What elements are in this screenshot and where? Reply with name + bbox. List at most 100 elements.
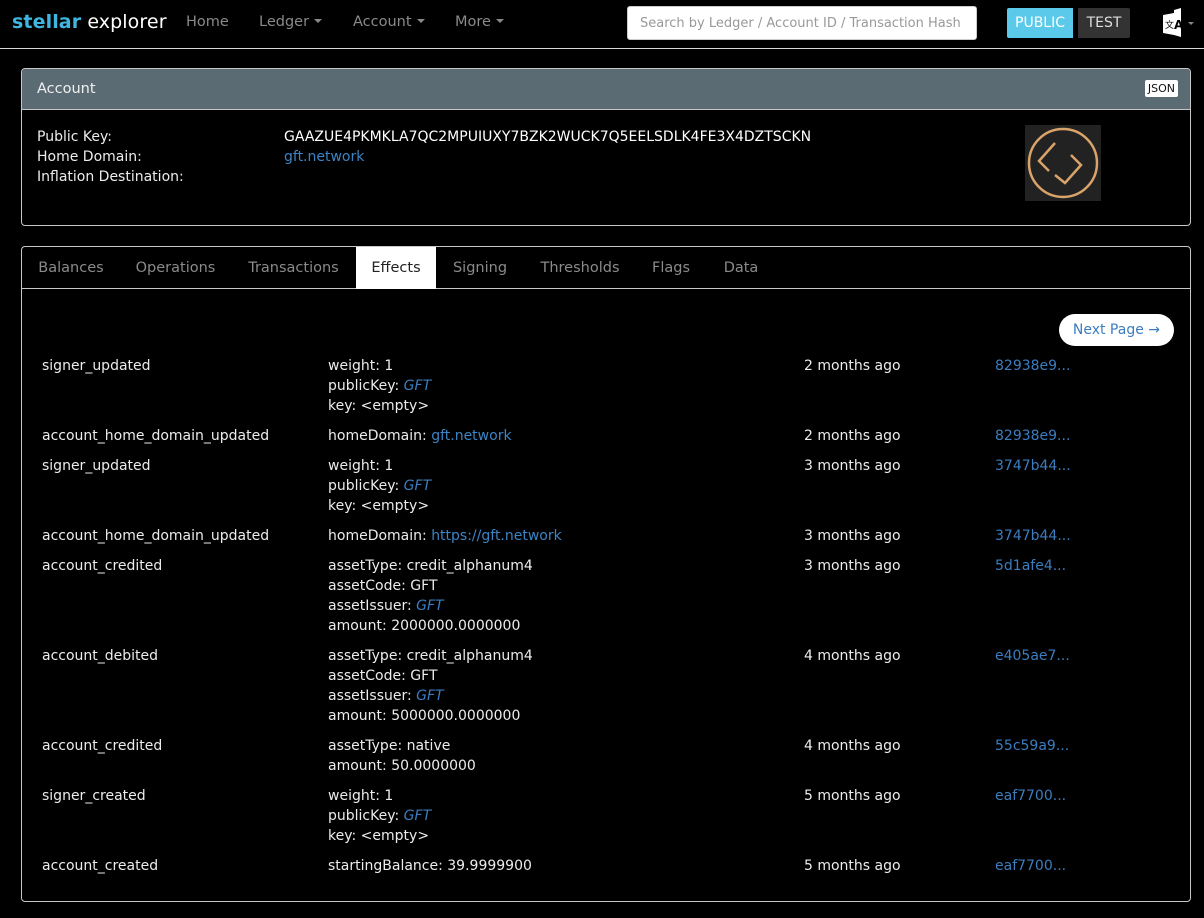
tab-flags[interactable]: Flags xyxy=(636,247,706,289)
effect-type: signer_created xyxy=(42,788,146,804)
detail-value: 1 xyxy=(384,358,394,374)
effect-row: account_credited assetType: credit_alphan… xyxy=(22,556,1190,646)
detail-separator: : xyxy=(382,758,392,774)
effect-detail-line: homeDomain: https://gft.network xyxy=(328,526,788,546)
detail-separator: : xyxy=(394,808,404,824)
detail-value: GFT xyxy=(410,578,438,594)
tab-effects[interactable]: Effects xyxy=(356,247,436,289)
transaction-hash-link[interactable]: eaf7700... xyxy=(995,786,1066,806)
network-test-button[interactable]: TEST xyxy=(1078,8,1130,38)
effect-details: homeDomain: gft.network xyxy=(328,426,788,446)
effect-time: 4 months ago xyxy=(804,738,901,754)
caret-down-icon xyxy=(314,19,323,23)
public-key-label: Public Key: xyxy=(37,129,112,145)
effect-time: 2 months ago xyxy=(804,358,901,374)
transaction-hash-link[interactable]: 3747b44... xyxy=(995,526,1071,546)
language-selector[interactable]: 文 A xyxy=(1162,8,1198,38)
detail-separator: : xyxy=(438,858,448,874)
tab-data[interactable]: Data xyxy=(706,247,776,289)
domain-link[interactable]: gft.network xyxy=(431,428,511,444)
account-link[interactable]: GFT xyxy=(404,478,431,494)
effect-details: weight: 1 publicKey: GFT key: <empty> xyxy=(328,356,788,416)
detail-value: 50.0000000 xyxy=(391,758,476,774)
detail-separator: : xyxy=(375,358,385,374)
effect-details: startingBalance: 39.9999900 xyxy=(328,856,788,876)
tab-operations[interactable]: Operations xyxy=(120,247,231,289)
account-link[interactable]: GFT xyxy=(416,688,443,704)
detail-key: key xyxy=(328,398,352,414)
home-domain-label: Home Domain: xyxy=(37,149,142,165)
effect-type: account_debited xyxy=(42,648,159,664)
transaction-hash-link[interactable]: eaf7700... xyxy=(995,856,1066,876)
nav-ledger-dropdown[interactable]: Ledger xyxy=(259,14,323,30)
detail-key: amount xyxy=(328,708,383,724)
top-navbar: stellar explorer Home Ledger Account Mor… xyxy=(0,0,1204,49)
network-public-button[interactable]: PUBLIC xyxy=(1007,8,1073,38)
tab-signing[interactable]: Signing xyxy=(436,247,524,289)
account-panel-header: Account JSON xyxy=(22,69,1190,110)
search-input[interactable] xyxy=(627,6,977,40)
detail-separator: : xyxy=(406,688,417,704)
caret-down-icon xyxy=(416,19,425,23)
detail-value: GFT xyxy=(410,668,438,684)
detail-key: publicKey xyxy=(328,478,395,494)
detail-key: weight xyxy=(328,788,376,804)
home-domain-link[interactable]: gft.network xyxy=(284,147,364,167)
detail-separator: : xyxy=(406,598,417,614)
nav-more-dropdown[interactable]: More xyxy=(455,14,504,30)
detail-value: 5000000.0000000 xyxy=(391,708,521,724)
transaction-hash-link[interactable]: 5d1afe4... xyxy=(995,556,1066,576)
effect-detail-line: assetType: native xyxy=(328,736,788,756)
tab-balances[interactable]: Balances xyxy=(22,247,120,289)
account-link[interactable]: GFT xyxy=(416,598,443,614)
account-panel: Account JSON Public Key: GAAZUE4PKMKLA7Q… xyxy=(21,68,1191,226)
effect-details: homeDomain: https://gft.network xyxy=(328,526,788,546)
effect-details: weight: 1 publicKey: GFT key: <empty> xyxy=(328,786,788,846)
effect-details: weight: 1 publicKey: GFT key: <empty> xyxy=(328,456,788,516)
json-button[interactable]: JSON xyxy=(1144,80,1178,97)
account-link[interactable]: GFT xyxy=(404,808,431,824)
transaction-hash-link[interactable]: 55c59a9... xyxy=(995,736,1069,756)
account-link[interactable]: GFT xyxy=(404,378,431,394)
transaction-hash-link[interactable]: 3747b44... xyxy=(995,456,1071,476)
nav-account-dropdown[interactable]: Account xyxy=(353,14,425,30)
detail-key: key xyxy=(328,498,352,514)
tab-thresholds[interactable]: Thresholds xyxy=(524,247,636,289)
effect-details: assetType: credit_alphanum4 assetCode: GF… xyxy=(328,556,788,636)
brand-logo[interactable]: stellar explorer xyxy=(12,11,167,33)
transaction-hash-link[interactable]: e405ae7... xyxy=(995,646,1070,666)
detail-key: startingBalance xyxy=(328,858,439,874)
effect-row: signer_updated weight: 1 publicKey: GFT key… xyxy=(22,356,1190,426)
effect-row: account_home_domain_updated homeDomain: g… xyxy=(22,426,1190,456)
effect-type: account_credited xyxy=(42,558,163,574)
effect-type: account_created xyxy=(42,858,159,874)
effect-time: 3 months ago xyxy=(804,558,901,574)
tab-transactions[interactable]: Transactions xyxy=(231,247,356,289)
transaction-hash-link[interactable]: 82938e9... xyxy=(995,356,1070,376)
effect-time: 5 months ago xyxy=(804,858,901,874)
account-logo-icon xyxy=(1027,127,1099,199)
detail-value: 1 xyxy=(384,788,394,804)
inflation-destination-label: Inflation Destination: xyxy=(37,169,184,185)
effect-detail-line: weight: 1 xyxy=(328,356,788,376)
detail-separator: : xyxy=(397,558,407,574)
brand-explorer: explorer xyxy=(87,11,167,33)
effect-detail-line: amount: 50.0000000 xyxy=(328,756,788,776)
effect-detail-line: key: <empty> xyxy=(328,396,788,416)
nav-home[interactable]: Home xyxy=(186,14,229,30)
detail-key: publicKey xyxy=(328,808,395,824)
effect-type: account_home_domain_updated xyxy=(42,428,270,444)
transaction-hash-link[interactable]: 82938e9... xyxy=(995,426,1070,446)
detail-key: publicKey xyxy=(328,378,395,394)
effect-detail-line: assetCode: GFT xyxy=(328,576,788,596)
domain-link[interactable]: https://gft.network xyxy=(431,528,562,544)
detail-separator: : xyxy=(375,458,385,474)
next-page-button[interactable]: Next Page → xyxy=(1058,314,1174,346)
account-avatar xyxy=(1025,125,1101,201)
effect-type: signer_updated xyxy=(42,458,151,474)
detail-separator: : xyxy=(375,788,385,804)
detail-value: <empty> xyxy=(360,498,430,514)
nav-account-label: Account xyxy=(353,14,412,30)
effect-details: assetType: credit_alphanum4 assetCode: GF… xyxy=(328,646,788,726)
detail-key: amount xyxy=(328,758,383,774)
